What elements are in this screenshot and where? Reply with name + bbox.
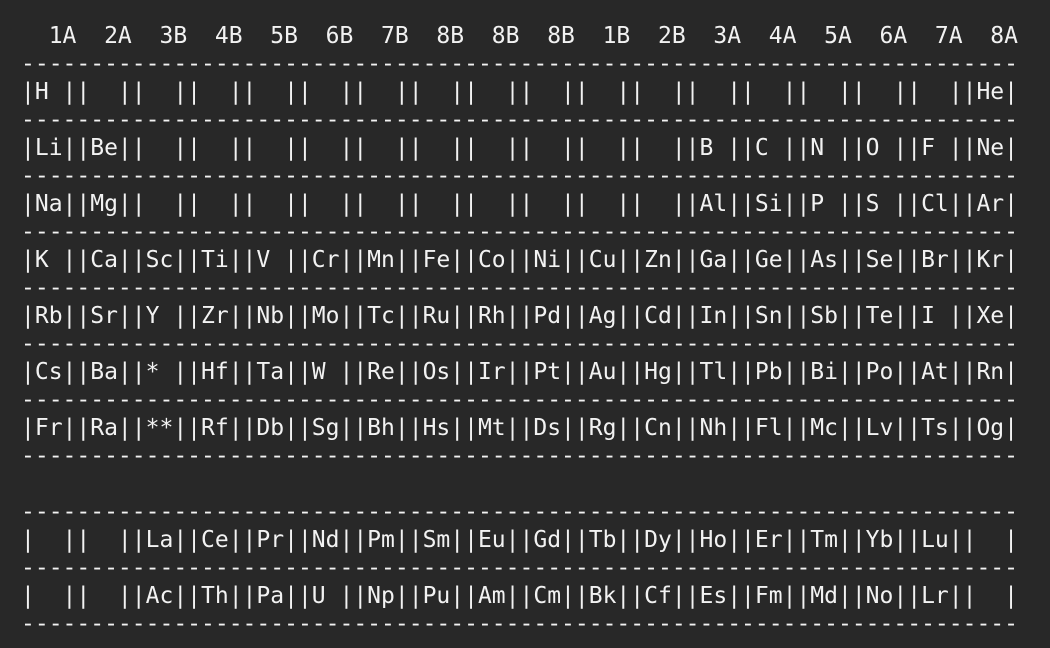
separator-line: ----------------------------------------… [21,611,1018,637]
separator-line: ----------------------------------------… [21,555,1018,581]
period-2-row: |Li||Be|| || || || || || || || || || ||B… [21,135,1018,161]
period-1-row: |H || || || || || || || || || || || || |… [21,79,1018,105]
group-header-line: 1A 2A 3B 4B 5B 6B 7B 8B 8B 8B 1B 2B 3A 4… [21,23,1018,49]
period-5-row: |Rb||Sr||Y ||Zr||Nb||Mo||Tc||Ru||Rh||Pd|… [21,303,1018,329]
actinide-row: | || ||Ac||Th||Pa||U ||Np||Pu||Am||Cm||B… [21,583,1018,609]
separator-line: ----------------------------------------… [21,51,1018,77]
separator-line: ----------------------------------------… [21,275,1018,301]
lanthanide-row: | || ||La||Ce||Pr||Nd||Pm||Sm||Eu||Gd||T… [21,527,1018,553]
separator-line: ----------------------------------------… [21,499,1018,525]
period-6-row: |Cs||Ba||* ||Hf||Ta||W ||Re||Os||Ir||Pt|… [21,359,1018,385]
separator-line: ----------------------------------------… [21,163,1018,189]
separator-line: ----------------------------------------… [21,387,1018,413]
terminal-output: 1A 2A 3B 4B 5B 6B 7B 8B 8B 8B 1B 2B 3A 4… [0,0,1050,648]
separator-line: ----------------------------------------… [21,331,1018,357]
period-4-row: |K ||Ca||Sc||Ti||V ||Cr||Mn||Fe||Co||Ni|… [21,247,1018,273]
separator-line: ----------------------------------------… [21,443,1018,469]
period-3-row: |Na||Mg|| || || || || || || || || || ||A… [21,191,1018,217]
period-7-row: |Fr||Ra||**||Rf||Db||Sg||Bh||Hs||Mt||Ds|… [21,415,1018,441]
separator-line: ----------------------------------------… [21,219,1018,245]
separator-line: ----------------------------------------… [21,107,1018,133]
